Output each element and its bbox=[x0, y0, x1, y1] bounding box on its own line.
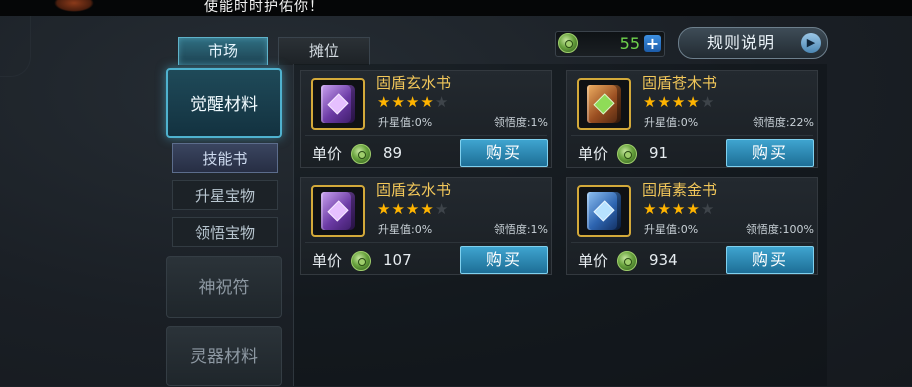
star-icon: ★ bbox=[377, 93, 392, 111]
buy-button[interactable]: 购买 bbox=[726, 139, 814, 167]
buy-button[interactable]: 购买 bbox=[460, 139, 548, 167]
star-icon: ★ bbox=[671, 200, 687, 218]
emblem-icon bbox=[54, 0, 94, 12]
rules-button-label: 规则说明 bbox=[707, 33, 776, 52]
divider bbox=[305, 242, 547, 243]
upstar-value: 升星值:0% bbox=[378, 116, 433, 129]
divider bbox=[571, 135, 813, 136]
star-empty-icon: ★ bbox=[434, 200, 450, 218]
price-label: 单价 bbox=[578, 145, 609, 163]
star-rating: ★★★★★ bbox=[377, 93, 449, 111]
item-card: 固盾素金书 ★★★★★ 升星值:0% 领悟度:100% 单价 934 购买 bbox=[566, 177, 818, 275]
item-name: 固盾素金书 bbox=[642, 181, 718, 199]
play-arrow-icon: ▶ bbox=[801, 33, 821, 53]
star-icon: ★ bbox=[657, 93, 672, 111]
comprehension-value: 领悟度:100% bbox=[745, 223, 814, 236]
jade-coin-icon bbox=[351, 251, 371, 271]
jade-coin-icon bbox=[617, 144, 637, 164]
item-card: 固盾苍木书 ★★★★★ 升星值:0% 领悟度:22% 单价 91 购买 bbox=[566, 70, 818, 168]
star-icon: ★ bbox=[405, 200, 421, 218]
star-icon: ★ bbox=[643, 200, 658, 218]
buy-button[interactable]: 购买 bbox=[460, 246, 548, 274]
upstar-value: 升星值:0% bbox=[644, 223, 699, 236]
skill-book-icon bbox=[321, 85, 355, 123]
upstar-value: 升星值:0% bbox=[644, 116, 699, 129]
item-icon-frame[interactable] bbox=[311, 78, 365, 130]
star-icon: ★ bbox=[643, 93, 658, 111]
comprehension-value: 领悟度:22% bbox=[752, 116, 814, 129]
star-rating: ★★★★★ bbox=[377, 200, 449, 218]
sidebar-item-blessing-talisman[interactable]: 神祝符 bbox=[166, 256, 282, 318]
divider bbox=[305, 135, 547, 136]
jade-coin-icon bbox=[351, 144, 371, 164]
skill-book-icon bbox=[587, 85, 621, 123]
item-price: 107 bbox=[383, 251, 412, 269]
comprehension-value: 领悟度:1% bbox=[493, 223, 548, 236]
star-icon: ★ bbox=[405, 93, 421, 111]
jade-coin-icon bbox=[558, 33, 578, 53]
add-currency-button[interactable]: + bbox=[644, 35, 661, 52]
item-price: 934 bbox=[649, 251, 678, 269]
item-icon-frame[interactable] bbox=[577, 78, 631, 130]
divider bbox=[571, 242, 813, 243]
item-price: 89 bbox=[383, 144, 403, 162]
star-icon: ★ bbox=[391, 93, 406, 111]
skill-book-icon bbox=[587, 192, 621, 230]
price-label: 单价 bbox=[312, 145, 343, 163]
star-icon: ★ bbox=[657, 200, 672, 218]
price-label: 单价 bbox=[312, 252, 343, 270]
sidebar-item-awakening-materials[interactable]: 觉醒材料 bbox=[166, 68, 282, 138]
star-icon: ★ bbox=[686, 93, 701, 111]
comprehension-value: 领悟度:1% bbox=[493, 116, 548, 129]
sidebar-subitem-insight-treasures[interactable]: 领悟宝物 bbox=[172, 217, 278, 247]
frame-ornament bbox=[0, 16, 31, 77]
sidebar-subitem-star-treasures[interactable]: 升星宝物 bbox=[172, 180, 278, 210]
item-name: 固盾苍木书 bbox=[642, 74, 718, 92]
star-icon: ★ bbox=[391, 200, 406, 218]
star-icon: ★ bbox=[420, 93, 435, 111]
sidebar-item-spirit-materials[interactable]: 灵器材料 bbox=[166, 326, 282, 386]
price-label: 单价 bbox=[578, 252, 609, 270]
star-empty-icon: ★ bbox=[700, 200, 716, 218]
currency-amount: 55 bbox=[619, 34, 640, 53]
skill-book-icon bbox=[321, 192, 355, 230]
item-card: 固盾玄水书 ★★★★★ 升星值:0% 领悟度:1% 单价 89 购买 bbox=[300, 70, 552, 168]
rules-button[interactable]: 规则说明 ▶ bbox=[678, 27, 828, 59]
star-empty-icon: ★ bbox=[700, 93, 716, 111]
star-rating: ★★★★★ bbox=[643, 93, 715, 111]
star-icon: ★ bbox=[671, 93, 687, 111]
item-price: 91 bbox=[649, 144, 669, 162]
item-icon-frame[interactable] bbox=[311, 185, 365, 237]
item-name: 固盾玄水书 bbox=[376, 74, 452, 92]
top-notice: 使能时时护佑你！ bbox=[204, 0, 324, 15]
star-icon: ★ bbox=[686, 200, 701, 218]
tab-market[interactable]: 市场 bbox=[178, 37, 268, 65]
top-bar: 使能时时护佑你！ bbox=[0, 0, 912, 17]
tab-stall[interactable]: 摊位 bbox=[278, 37, 370, 65]
buy-button[interactable]: 购买 bbox=[726, 246, 814, 274]
item-card: 固盾玄水书 ★★★★★ 升星值:0% 领悟度:1% 单价 107 购买 bbox=[300, 177, 552, 275]
currency-display: 55 + bbox=[555, 31, 665, 57]
star-rating: ★★★★★ bbox=[643, 200, 715, 218]
jade-coin-icon bbox=[617, 251, 637, 271]
sidebar-subitem-skill-books[interactable]: 技能书 bbox=[172, 143, 278, 173]
upstar-value: 升星值:0% bbox=[378, 223, 433, 236]
star-icon: ★ bbox=[377, 200, 392, 218]
item-name: 固盾玄水书 bbox=[376, 181, 452, 199]
star-empty-icon: ★ bbox=[434, 93, 450, 111]
item-icon-frame[interactable] bbox=[577, 185, 631, 237]
star-icon: ★ bbox=[420, 200, 435, 218]
